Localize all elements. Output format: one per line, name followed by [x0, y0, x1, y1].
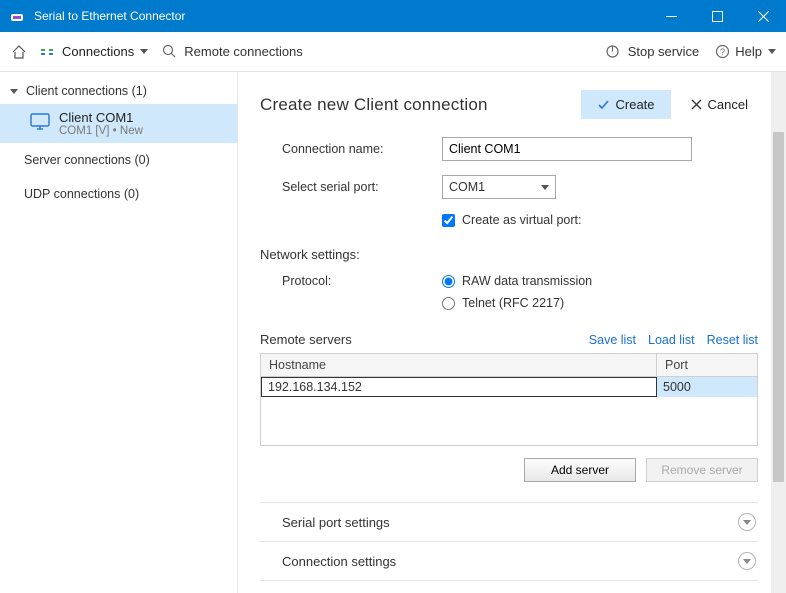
sidebar-item-name: Client COM1 — [59, 110, 143, 125]
virtual-port-check-input[interactable] — [442, 214, 455, 227]
col-hostname[interactable]: Hostname — [261, 354, 657, 376]
main-panel: Create new Client connection Create Canc… — [238, 72, 786, 593]
connection-settings-section[interactable]: Connection settings — [260, 541, 758, 581]
chevron-down-icon — [140, 49, 148, 54]
home-icon[interactable] — [10, 43, 28, 61]
connection-settings-label: Connection settings — [282, 554, 396, 569]
maximize-button[interactable] — [694, 0, 740, 32]
load-list-link[interactable]: Load list — [648, 333, 695, 347]
serial-port-label: Select serial port: — [282, 180, 442, 194]
remote-connections-label: Remote connections — [184, 44, 303, 59]
window-title: Serial to Ethernet Connector — [34, 9, 648, 23]
power-icon — [604, 43, 622, 61]
table-row[interactable]: 192.168.134.152 5000 — [261, 377, 757, 397]
virtual-port-label: Create as virtual port: — [462, 213, 582, 227]
create-label: Create — [616, 97, 655, 112]
toolbar: Connections Remote connections Stop serv… — [0, 32, 786, 72]
udp-connections-header[interactable]: UDP connections (0) — [0, 177, 237, 211]
protocol-raw-radio[interactable]: RAW data transmission — [442, 274, 592, 288]
connection-name-label: Connection name: — [282, 142, 442, 156]
connections-icon — [38, 43, 56, 61]
serial-port-settings-section[interactable]: Serial port settings — [260, 502, 758, 541]
sidebar: Client connections (1) Client COM1 COM1 … — [0, 72, 238, 593]
search-icon — [160, 43, 178, 61]
sidebar-item-client-com1[interactable]: Client COM1 COM1 [V] • New — [0, 104, 237, 143]
grid-empty-area — [261, 397, 757, 445]
serial-port-value: COM1 — [449, 180, 485, 194]
connections-dropdown[interactable]: Connections — [62, 44, 134, 59]
serial-port-settings-label: Serial port settings — [282, 515, 390, 530]
client-connections-label: Client connections (1) — [26, 84, 147, 98]
app-icon — [8, 7, 26, 25]
help-icon: ? — [713, 43, 731, 61]
add-server-button[interactable]: Add server — [524, 458, 636, 482]
connection-name-input[interactable] — [442, 137, 692, 161]
remote-servers-grid: Hostname Port 192.168.134.152 5000 — [260, 353, 758, 446]
serial-port-select[interactable]: COM1 — [442, 175, 556, 199]
monitor-icon — [30, 113, 50, 134]
chevron-down-icon — [541, 185, 549, 190]
help-dropdown[interactable]: ? Help — [713, 43, 776, 61]
reset-list-link[interactable]: Reset list — [707, 333, 758, 347]
protocol-telnet-radio[interactable]: Telnet (RFC 2217) — [442, 296, 592, 310]
stop-service-label: Stop service — [628, 44, 700, 59]
page-title: Create new Client connection — [260, 95, 488, 115]
remote-servers-header: Remote servers — [260, 332, 352, 347]
save-list-link[interactable]: Save list — [589, 333, 636, 347]
remove-server-button: Remove server — [646, 458, 758, 482]
chevron-down-icon — [10, 89, 18, 94]
cancel-label: Cancel — [708, 97, 748, 112]
check-icon — [597, 98, 610, 111]
expand-icon — [738, 513, 756, 531]
cancel-button[interactable]: Cancel — [681, 90, 758, 119]
network-settings-header: Network settings: — [260, 247, 758, 262]
client-connections-header[interactable]: Client connections (1) — [0, 78, 237, 104]
protocol-label: Protocol: — [282, 274, 442, 288]
minimize-button[interactable] — [648, 0, 694, 32]
virtual-port-checkbox[interactable]: Create as virtual port: — [442, 213, 582, 227]
help-label: Help — [735, 44, 762, 59]
col-port[interactable]: Port — [657, 354, 757, 376]
close-icon — [691, 99, 702, 110]
telnet-radio-input[interactable] — [442, 297, 455, 310]
chevron-down-icon — [768, 49, 776, 54]
svg-text:?: ? — [720, 47, 725, 57]
scrollbar-thumb[interactable] — [773, 132, 784, 482]
stop-service-button[interactable]: Stop service — [604, 43, 700, 61]
cell-port[interactable]: 5000 — [657, 377, 757, 397]
title-bar: Serial to Ethernet Connector — [0, 0, 786, 32]
expand-icon — [738, 552, 756, 570]
create-button[interactable]: Create — [581, 90, 671, 119]
raw-radio-input[interactable] — [442, 275, 455, 288]
telnet-label: Telnet (RFC 2217) — [462, 296, 564, 310]
raw-label: RAW data transmission — [462, 274, 592, 288]
cell-hostname[interactable]: 192.168.134.152 — [261, 377, 657, 397]
remote-connections-button[interactable]: Remote connections — [160, 43, 303, 61]
sidebar-item-sub: COM1 [V] • New — [59, 125, 143, 137]
close-button[interactable] — [740, 0, 786, 32]
server-connections-header[interactable]: Server connections (0) — [0, 143, 237, 177]
